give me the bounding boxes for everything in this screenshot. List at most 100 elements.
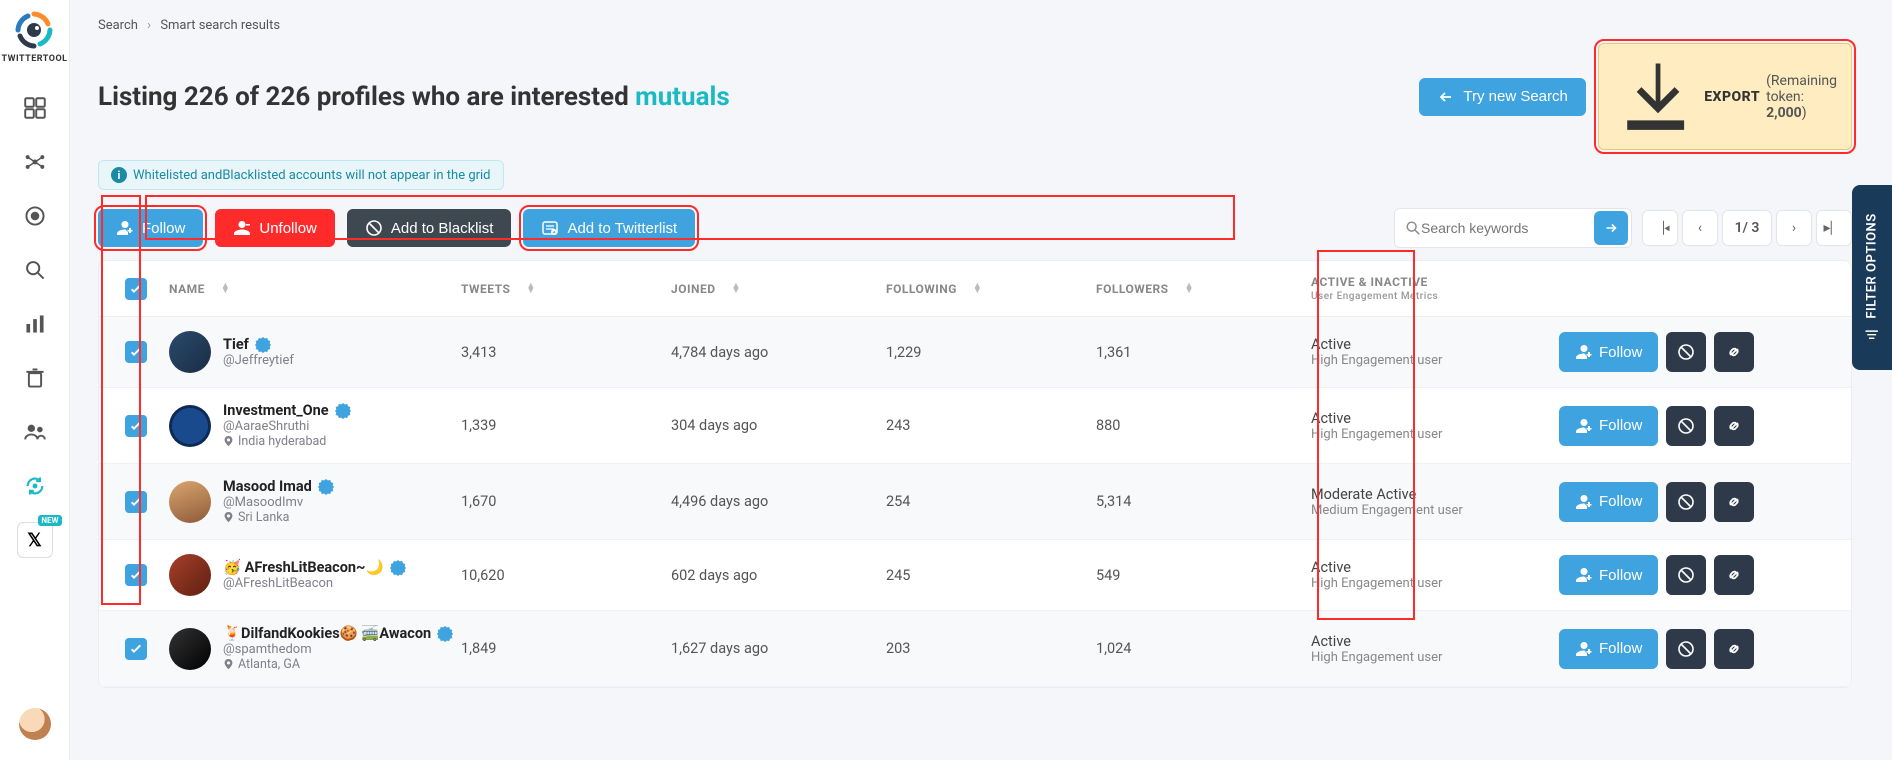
- cell-tweets: 1,849: [461, 640, 496, 657]
- row-link-button[interactable]: [1714, 482, 1754, 522]
- col-joined[interactable]: JOINED▲▼: [671, 282, 886, 296]
- nav-people-icon[interactable]: [17, 414, 53, 450]
- cell-active: Active: [1311, 633, 1551, 650]
- page-first-button[interactable]: ⎹◂: [1642, 210, 1678, 246]
- cell-active: Moderate Active: [1311, 486, 1551, 503]
- toolbar: Follow Unfollow Add to Blacklist Add to …: [98, 208, 1852, 248]
- page-next-button[interactable]: ›: [1776, 210, 1812, 246]
- col-active[interactable]: ACTIVE & INACTIVE User Engagement Metric…: [1311, 275, 1551, 302]
- add-blacklist-button[interactable]: Add to Blacklist: [347, 209, 512, 247]
- profile-handle[interactable]: @spamthedom: [223, 642, 453, 657]
- cell-engagement: Medium Engagement user: [1311, 503, 1551, 518]
- page-indicator: 1/ 3: [1722, 210, 1772, 246]
- search-go-button[interactable]: [1594, 211, 1628, 245]
- cell-tweets: 3,413: [461, 344, 496, 361]
- row-link-button[interactable]: [1714, 555, 1754, 595]
- profile-avatar[interactable]: [169, 628, 211, 670]
- verified-icon: [437, 626, 453, 642]
- profile-name[interactable]: Tief: [223, 336, 249, 353]
- nav-sync-icon[interactable]: [17, 468, 53, 504]
- row-checkbox[interactable]: [125, 415, 147, 437]
- cell-joined: 1,627 days ago: [671, 640, 768, 657]
- nav-target-icon[interactable]: [17, 198, 53, 234]
- nav-x-icon[interactable]: 𝕏NEW: [17, 522, 53, 558]
- main-content: Search › Smart search results Listing 22…: [70, 0, 1892, 688]
- profile-name[interactable]: Investment_One: [223, 402, 329, 419]
- cell-active: Active: [1311, 559, 1551, 576]
- cell-tweets: 1,670: [461, 493, 496, 510]
- nav-network-icon[interactable]: [17, 144, 53, 180]
- profile-handle[interactable]: @AFreshLitBeacon: [223, 576, 406, 591]
- row-blacklist-button[interactable]: [1666, 555, 1706, 595]
- nav-dashboard-icon[interactable]: [17, 90, 53, 126]
- profile-avatar[interactable]: [169, 554, 211, 596]
- brand-name: TWITTERTOOL: [1, 54, 67, 64]
- cell-engagement: High Engagement user: [1311, 576, 1551, 591]
- col-name[interactable]: NAME▲▼: [161, 282, 461, 296]
- table-header-row: NAME▲▼ TWEETS▲▼ JOINED▲▼ FOLLOWING▲▼ FOL…: [99, 261, 1851, 317]
- follow-bulk-button[interactable]: Follow: [98, 209, 203, 247]
- profile-handle[interactable]: @AaraeShruthi: [223, 419, 351, 434]
- profile-handle[interactable]: @Jeffreytief: [223, 353, 294, 368]
- cell-engagement: High Engagement user: [1311, 427, 1551, 442]
- new-badge: NEW: [38, 515, 61, 526]
- row-follow-button[interactable]: Follow: [1559, 555, 1658, 595]
- row-blacklist-button[interactable]: [1666, 482, 1706, 522]
- user-avatar[interactable]: [19, 708, 51, 740]
- profile-avatar[interactable]: [169, 481, 211, 523]
- cell-followers: 549: [1096, 567, 1120, 584]
- col-followers[interactable]: FOLLOWERS▲▼: [1096, 282, 1311, 296]
- row-checkbox[interactable]: [125, 341, 147, 363]
- cell-active: Active: [1311, 336, 1551, 353]
- search-icon: [1405, 220, 1421, 236]
- keyword-search-input[interactable]: [1421, 220, 1591, 236]
- row-blacklist-button[interactable]: [1666, 629, 1706, 669]
- nav-trash-icon[interactable]: [17, 360, 53, 396]
- profile-location: India hyderabad: [223, 434, 351, 449]
- row-follow-button[interactable]: Follow: [1559, 482, 1658, 522]
- select-all-checkbox[interactable]: [125, 278, 147, 300]
- row-checkbox[interactable]: [125, 564, 147, 586]
- breadcrumb-sep: ›: [147, 18, 151, 33]
- cell-tweets: 10,620: [461, 567, 505, 584]
- row-checkbox[interactable]: [125, 638, 147, 660]
- cell-followers: 1,361: [1096, 344, 1131, 361]
- cell-followers: 5,314: [1096, 493, 1131, 510]
- pagination: ⎹◂ ‹ 1/ 3 › ▸⎸: [1642, 210, 1852, 246]
- row-link-button[interactable]: [1714, 332, 1754, 372]
- row-link-button[interactable]: [1714, 629, 1754, 669]
- info-note: i Whitelisted andBlacklisted accounts wi…: [98, 160, 504, 190]
- table-row: 🍹DilfandKookies🍪 🚎Awacon @spamthedom Atl…: [99, 611, 1851, 687]
- results-table: NAME▲▼ TWEETS▲▼ JOINED▲▼ FOLLOWING▲▼ FOL…: [98, 260, 1852, 688]
- add-twitterlist-button[interactable]: Add to Twitterlist: [523, 209, 695, 247]
- page-prev-button[interactable]: ‹: [1682, 210, 1718, 246]
- ban-icon: [365, 219, 383, 237]
- filter-options-tab[interactable]: FILTER OPTIONS: [1852, 185, 1892, 370]
- cell-tweets: 1,339: [461, 417, 496, 434]
- row-blacklist-button[interactable]: [1666, 406, 1706, 446]
- breadcrumb-root[interactable]: Search: [98, 18, 138, 33]
- cell-joined: 602 days ago: [671, 567, 757, 584]
- profile-avatar[interactable]: [169, 405, 211, 447]
- profile-name[interactable]: 🍹DilfandKookies🍪 🚎Awacon: [223, 625, 431, 642]
- row-blacklist-button[interactable]: [1666, 332, 1706, 372]
- breadcrumb-leaf: Smart search results: [160, 18, 280, 33]
- row-follow-button[interactable]: Follow: [1559, 629, 1658, 669]
- col-tweets[interactable]: TWEETS▲▼: [461, 282, 671, 296]
- profile-handle[interactable]: @MasoodImv: [223, 495, 334, 510]
- row-link-button[interactable]: [1714, 406, 1754, 446]
- profile-name[interactable]: Masood Imad: [223, 478, 312, 495]
- row-follow-button[interactable]: Follow: [1559, 406, 1658, 446]
- col-following[interactable]: FOLLOWING▲▼: [886, 282, 1096, 296]
- page-last-button[interactable]: ▸⎸: [1816, 210, 1852, 246]
- row-checkbox[interactable]: [125, 491, 147, 513]
- row-follow-button[interactable]: Follow: [1559, 332, 1658, 372]
- unfollow-bulk-button[interactable]: Unfollow: [215, 209, 335, 247]
- profile-name[interactable]: 🥳 AFreshLitBeacon~🌙: [223, 559, 384, 576]
- export-button[interactable]: EXPORT (Remaining token: 2,000): [1598, 43, 1852, 150]
- try-new-search-button[interactable]: Try new Search: [1419, 78, 1585, 116]
- profile-avatar[interactable]: [169, 331, 211, 373]
- info-icon: i: [111, 167, 127, 183]
- nav-analytics-icon[interactable]: [17, 306, 53, 342]
- nav-search-icon[interactable]: [17, 252, 53, 288]
